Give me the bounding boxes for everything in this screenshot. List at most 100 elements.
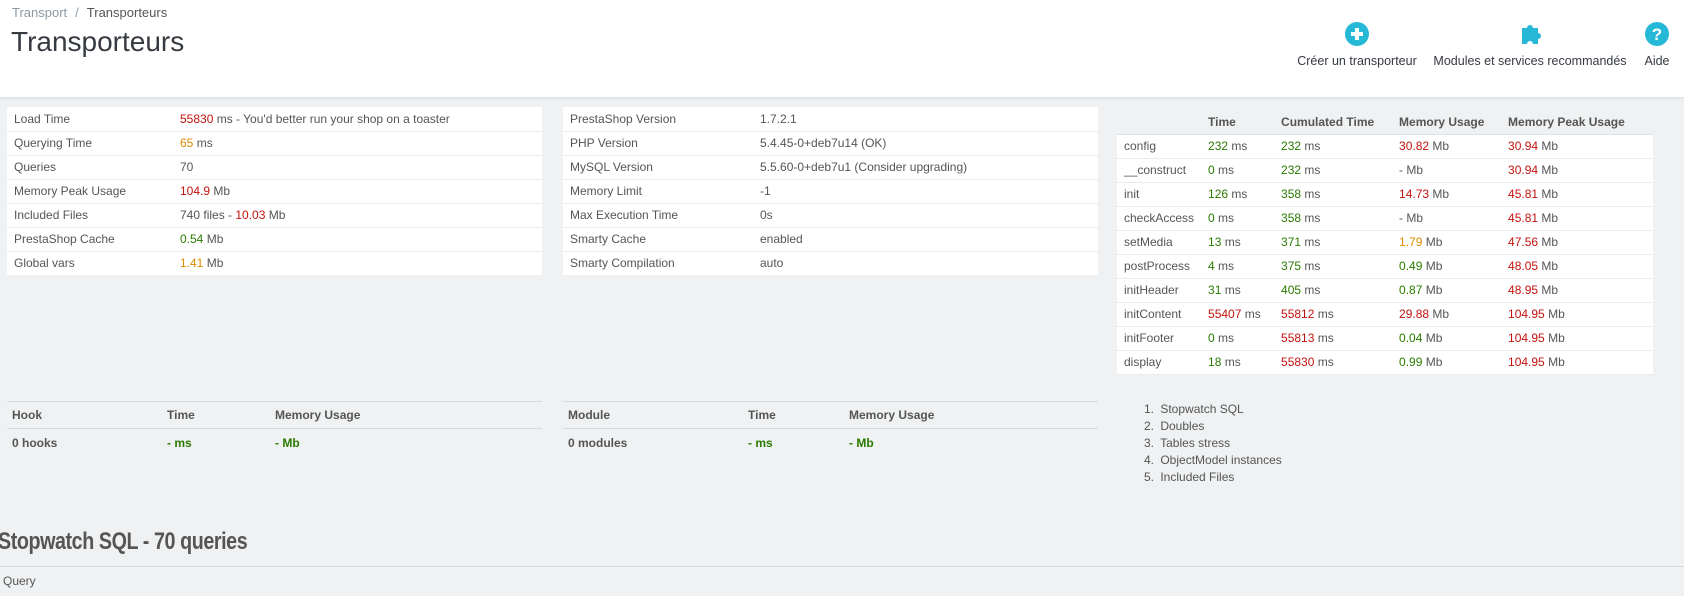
step-time: 18 ms	[1201, 350, 1275, 375]
max-exec-label: Max Execution Time	[563, 203, 753, 228]
cache-value: 0.54 Mb	[173, 227, 542, 252]
step-memory-usage: 0.04 Mb	[1392, 326, 1502, 351]
step-cumulated-time: 55813 ms	[1274, 326, 1393, 351]
create-carrier-button[interactable]: Créer un transporteur	[1294, 20, 1420, 68]
step-cumulated-time: 375 ms	[1274, 254, 1393, 279]
step-memory-peak: 104.95 Mb	[1501, 302, 1653, 327]
memory-peak-value: 104.9 Mb	[173, 179, 542, 204]
step-name: initContent	[1117, 302, 1202, 327]
load-time-label: Load Time	[7, 107, 173, 132]
step-memory-peak: 48.95 Mb	[1501, 278, 1653, 303]
add-circle-icon	[1345, 22, 1369, 46]
hooks-table: Hook Time Memory Usage 0 hooks - ms - Mb	[7, 401, 542, 457]
cache-label: PrestaShop Cache	[7, 227, 173, 252]
step-name: initFooter	[1117, 326, 1202, 351]
step-name: setMedia	[1117, 230, 1202, 255]
column-header: Time	[743, 401, 844, 429]
column-header: Memory Usage	[1392, 110, 1502, 135]
step-memory-usage: 1.79 Mb	[1392, 230, 1502, 255]
step-name: __construct	[1117, 158, 1202, 183]
list-item[interactable]: 1. Stopwatch SQL	[1144, 401, 1282, 418]
modules-time: - ms	[748, 435, 773, 450]
step-time: 0 ms	[1201, 206, 1275, 231]
table-header-row: Time Cumulated Time Memory Usage Memory …	[1117, 110, 1653, 135]
table-row: Smarty Cache enabled	[563, 227, 1098, 252]
step-memory-peak: 30.94 Mb	[1501, 134, 1653, 159]
table-row: MySQL Version 5.5.60-0+deb7u1 (Consider …	[563, 155, 1098, 180]
column-header: Module	[563, 401, 743, 429]
step-time: 31 ms	[1201, 278, 1275, 303]
step-memory-usage: - Mb	[1392, 158, 1502, 183]
step-name: initHeader	[1117, 278, 1202, 303]
mysql-version-value: 5.5.60-0+deb7u1 (Consider upgrading)	[753, 155, 1098, 180]
php-version-value: 5.4.45-0+deb7u14 (OK)	[753, 131, 1098, 156]
ps-version-label: PrestaShop Version	[563, 107, 753, 132]
table-row: __construct 0 ms 232 ms - Mb 30.94 Mb	[1117, 158, 1653, 183]
recommended-modules-label: Modules et services recommandés	[1433, 54, 1627, 68]
smarty-compile-value: auto	[760, 256, 784, 271]
step-name: config	[1117, 134, 1202, 159]
load-time-value: 55830 ms - You'd better run your shop on…	[173, 107, 542, 132]
help-button[interactable]: ? Aide	[1641, 20, 1673, 68]
ps-version-value: 1.7.2.1	[753, 107, 1098, 132]
max-exec-value: 0s	[753, 203, 1098, 228]
table-row: setMedia 13 ms 371 ms 1.79 Mb 47.56 Mb	[1117, 230, 1653, 255]
step-time: 232 ms	[1201, 134, 1275, 159]
step-memory-peak: 104.95 Mb	[1501, 326, 1653, 351]
list-item[interactable]: 2. Doubles	[1144, 418, 1282, 435]
table-row: initHeader 31 ms 405 ms 0.87 Mb 48.95 Mb	[1117, 278, 1653, 303]
global-vars-value: 1.41 Mb	[180, 256, 224, 271]
table-row: Max Execution Time 0s	[563, 203, 1098, 228]
step-cumulated-time: 371 ms	[1274, 230, 1393, 255]
table-row: checkAccess 0 ms 358 ms - Mb 45.81 Mb	[1117, 206, 1653, 231]
table-row: Smarty Compilation auto	[563, 251, 1098, 275]
step-name: init	[1117, 182, 1202, 207]
breadcrumb-link-transport[interactable]: Transport	[12, 5, 67, 20]
column-header: Memory Peak Usage	[1501, 110, 1653, 135]
step-cumulated-time: 232 ms	[1274, 134, 1393, 159]
table-header-row: Hook Time Memory Usage	[7, 401, 542, 429]
table-row: initContent 55407 ms 55812 ms 29.88 Mb 104.9…	[1117, 302, 1653, 327]
step-memory-usage: 0.99 Mb	[1392, 350, 1502, 375]
list-item[interactable]: 4. ObjectModel instances	[1144, 452, 1282, 469]
step-time: 4 ms	[1201, 254, 1275, 279]
step-memory-peak: 45.81 Mb	[1501, 182, 1653, 207]
list-item[interactable]: 3. Tables stress	[1144, 435, 1282, 452]
controller-timing-body: config 232 ms 232 ms 30.82 Mb 30.94 Mb __cons…	[1117, 134, 1653, 375]
step-cumulated-time: 232 ms	[1274, 158, 1393, 183]
step-cumulated-time: 358 ms	[1274, 206, 1393, 231]
table-header-row: Module Time Memory Usage	[563, 401, 1098, 429]
breadcrumb-current: Transporteurs	[86, 5, 168, 20]
step-memory-usage: 0.87 Mb	[1392, 278, 1502, 303]
query-column-header: Query	[0, 566, 1684, 596]
step-memory-peak: 45.81 Mb	[1501, 206, 1653, 231]
modules-memory: - Mb	[849, 435, 874, 450]
table-row: PHP Version 5.4.45-0+deb7u14 (OK)	[563, 131, 1098, 156]
recommended-modules-button[interactable]: Modules et services recommandés	[1432, 20, 1628, 68]
table-row: 0 hooks - ms - Mb	[7, 429, 542, 457]
table-row: initFooter 0 ms 55813 ms 0.04 Mb 104.95 Mb	[1117, 326, 1653, 351]
included-files-value: 740 files - 10.03 Mb	[173, 203, 542, 228]
step-name: checkAccess	[1117, 206, 1202, 231]
column-header: Memory Usage	[270, 401, 542, 429]
step-memory-usage: - Mb	[1392, 206, 1502, 231]
step-memory-usage: 30.82 Mb	[1392, 134, 1502, 159]
step-name: display	[1117, 350, 1202, 375]
step-memory-peak: 48.05 Mb	[1501, 254, 1653, 279]
step-memory-usage: 0.49 Mb	[1392, 254, 1502, 279]
modules-table: Module Time Memory Usage 0 modules - ms …	[563, 401, 1098, 457]
table-row: Querying Time 65 ms	[7, 131, 542, 156]
step-time: 0 ms	[1201, 326, 1275, 351]
step-time: 126 ms	[1201, 182, 1275, 207]
querying-time-label: Querying Time	[7, 131, 173, 156]
table-row: config 232 ms 232 ms 30.82 Mb 30.94 Mb	[1117, 134, 1653, 159]
step-time: 13 ms	[1201, 230, 1275, 255]
included-files-label: Included Files	[7, 203, 173, 228]
hooks-time: - ms	[167, 435, 192, 450]
create-carrier-label: Créer un transporteur	[1297, 54, 1417, 68]
breadcrumb-separator: /	[75, 5, 79, 20]
list-item[interactable]: 5. Included Files	[1144, 469, 1282, 486]
step-time: 55407 ms	[1201, 302, 1275, 327]
column-header: Memory Usage	[844, 401, 1098, 429]
step-memory-usage: 29.88 Mb	[1392, 302, 1502, 327]
